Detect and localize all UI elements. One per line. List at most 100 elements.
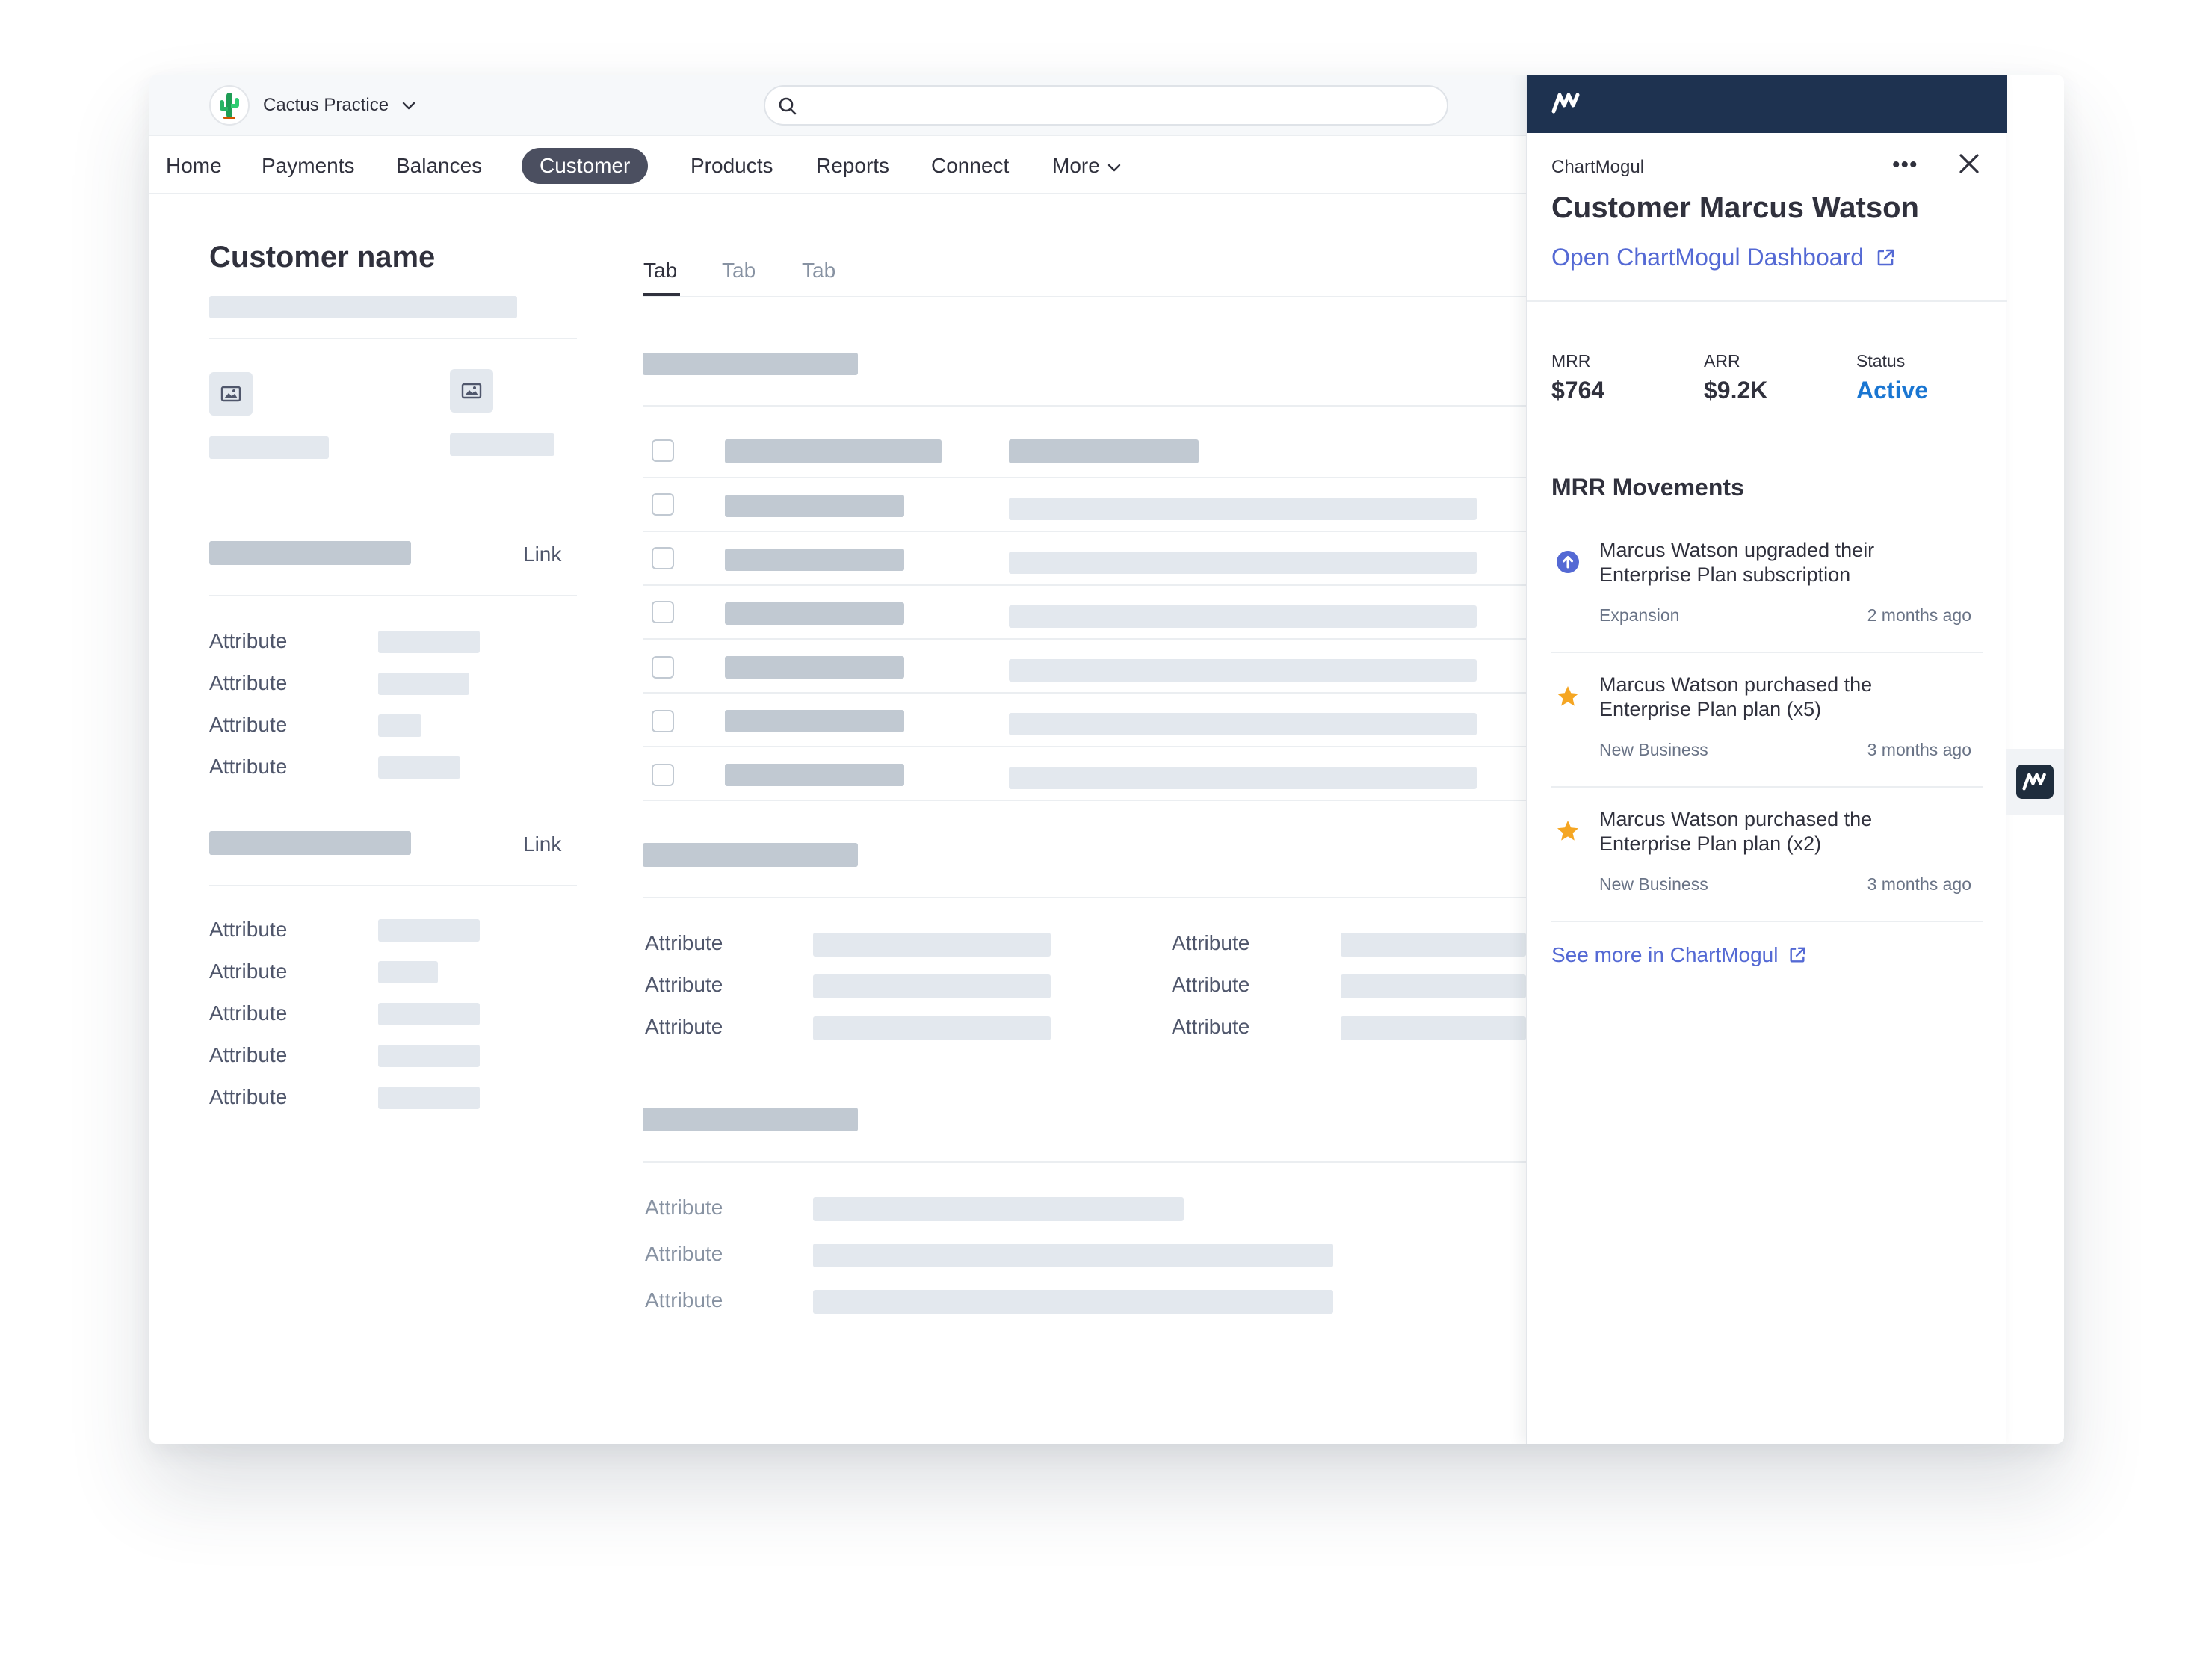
skeleton-bar: [1009, 552, 1477, 574]
mrr-value: $764: [1551, 377, 1605, 404]
skeleton-bar: [1009, 767, 1477, 789]
see-more-label: See more in ChartMogul: [1551, 943, 1779, 966]
skeleton-bar: [1341, 933, 1526, 957]
more-options-icon[interactable]: •••: [1892, 152, 1918, 178]
skeleton-bar: [1009, 439, 1199, 463]
skeleton-bar: [725, 495, 904, 517]
open-dashboard-link[interactable]: Open ChartMogul Dashboard: [1551, 244, 1895, 271]
divider: [643, 897, 1526, 898]
skeleton-bar: [725, 764, 904, 786]
mrr-label: MRR: [1551, 351, 1591, 371]
mrr-movements-heading: MRR Movements: [1551, 474, 1744, 501]
nav-more[interactable]: More: [1052, 138, 1122, 194]
attribute-label: Attribute: [209, 713, 288, 736]
movement-tag: New Business: [1599, 874, 1708, 894]
movement-time: 3 months ago: [1867, 740, 1971, 759]
attribute-label: Attribute: [1172, 1015, 1250, 1038]
divider: [643, 584, 1526, 586]
skeleton-bar: [378, 919, 480, 942]
panel-title: Customer Marcus Watson: [1551, 191, 1919, 224]
skeleton-bar: [378, 1087, 480, 1109]
chartmogul-side-tab[interactable]: [2006, 749, 2064, 815]
divider: [1551, 921, 1983, 922]
nav-home[interactable]: Home: [166, 138, 222, 194]
skeleton-bar: [209, 296, 517, 318]
attribute-label: Attribute: [645, 1242, 723, 1265]
movement-text: Marcus Watson purchased the Enterprise P…: [1599, 808, 1873, 855]
tab-active-indicator: [643, 293, 680, 296]
skeleton-bar: [1009, 659, 1477, 682]
attribute-label: Attribute: [209, 1001, 288, 1025]
account-switcher[interactable]: Cactus Practice: [209, 85, 417, 126]
attribute-label: Attribute: [209, 918, 288, 941]
nav-reports[interactable]: Reports: [816, 138, 889, 194]
row-checkbox[interactable]: [652, 656, 674, 679]
row-checkbox[interactable]: [652, 547, 674, 569]
nav-products[interactable]: Products: [691, 138, 773, 194]
row-checkbox[interactable]: [652, 764, 674, 786]
attribute-label: Attribute: [1172, 931, 1250, 954]
attribute-label: Attribute: [209, 755, 288, 778]
arr-value: $9.2K: [1704, 377, 1768, 404]
section-link[interactable]: Link: [523, 543, 561, 566]
see-more-link[interactable]: See more in ChartMogul: [1551, 943, 1806, 967]
skeleton-bar: [378, 1045, 480, 1067]
skeleton-bar: [209, 831, 411, 855]
skeleton-bar: [1341, 1016, 1526, 1040]
arrow-up-circle-icon: [1557, 551, 1579, 573]
nav-balances[interactable]: Balances: [396, 138, 482, 194]
movement-tag: New Business: [1599, 740, 1708, 759]
skeleton-bar: [725, 656, 904, 679]
status-label: Status: [1856, 351, 1906, 371]
chartmogul-logo-icon: [2016, 764, 2054, 799]
skeleton-bar: [725, 710, 904, 732]
skeleton-bar: [209, 541, 411, 565]
cactus-logo-icon: [209, 85, 250, 126]
skeleton-bar: [450, 433, 554, 456]
movement-time: 3 months ago: [1867, 874, 1971, 894]
divider: [643, 531, 1526, 532]
attribute-label: Attribute: [209, 1043, 288, 1066]
nav-customer[interactable]: Customer: [522, 148, 649, 184]
skeleton-bar: [813, 933, 1051, 957]
divider: [209, 885, 577, 886]
skeleton-bar: [1009, 713, 1477, 735]
star-icon: [1557, 821, 1578, 841]
nav-connect[interactable]: Connect: [931, 138, 1009, 194]
divider: [643, 638, 1526, 640]
row-checkbox[interactable]: [652, 493, 674, 516]
attribute-label: Attribute: [209, 671, 288, 694]
nav-payments[interactable]: Payments: [262, 138, 355, 194]
skeleton-bar: [725, 602, 904, 625]
divider: [1551, 786, 1983, 788]
skeleton-bar: [1341, 974, 1526, 998]
panel-header: [1527, 75, 2007, 133]
attribute-label: Attribute: [209, 629, 288, 652]
tab-2[interactable]: Tab: [722, 259, 756, 282]
divider: [209, 595, 577, 596]
skeleton-bar: [209, 436, 329, 459]
attribute-label: Attribute: [209, 1085, 288, 1108]
skeleton-bar: [378, 756, 460, 779]
row-checkbox[interactable]: [652, 601, 674, 623]
divider: [643, 692, 1526, 694]
movement-tag: Expansion: [1599, 605, 1680, 625]
tab-3[interactable]: Tab: [802, 259, 835, 282]
divider: [1551, 652, 1983, 653]
panel-app-name: ChartMogul: [1551, 157, 1645, 177]
movement-text: Marcus Watson upgraded their Enterprise …: [1599, 539, 1875, 586]
divider: [1527, 300, 2007, 302]
search-input[interactable]: [764, 85, 1448, 126]
select-all-checkbox[interactable]: [652, 439, 674, 462]
star-icon: [1557, 686, 1578, 706]
row-checkbox[interactable]: [652, 710, 674, 732]
section-link[interactable]: Link: [523, 833, 561, 856]
tab-1[interactable]: Tab: [643, 259, 677, 282]
nav-more-label: More: [1052, 154, 1100, 177]
customer-name-heading: Customer name: [209, 241, 436, 274]
app-window: Cactus Practice Home Payments Balances C…: [149, 75, 2064, 1444]
open-dashboard-label: Open ChartMogul Dashboard: [1551, 244, 1865, 271]
account-name: Cactus Practice: [263, 95, 389, 115]
close-icon[interactable]: [1958, 152, 1980, 175]
attribute-label: Attribute: [645, 1288, 723, 1312]
